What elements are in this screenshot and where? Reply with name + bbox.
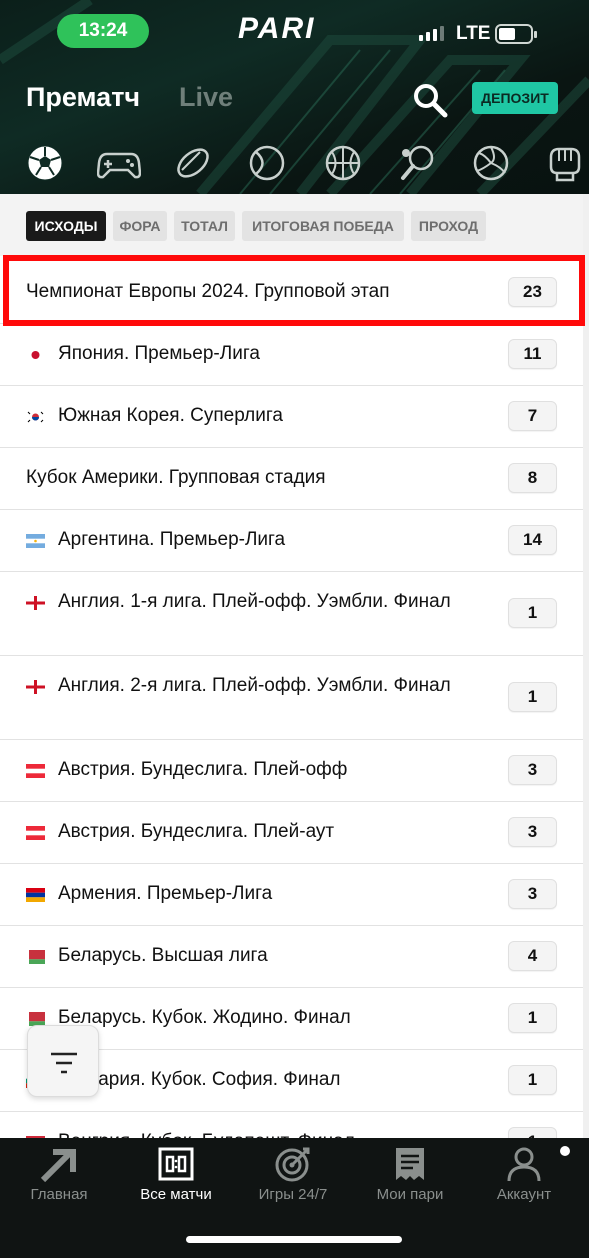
brand-logo: PARI: [238, 12, 316, 45]
table-tennis-icon: [401, 145, 434, 180]
league-row[interactable]: Беларусь. Высшая лига 4: [0, 926, 583, 988]
league-count-badge: 1: [508, 682, 557, 712]
sport-tennis[interactable]: [244, 140, 290, 186]
status-bar: 13:24 PARI LTE: [0, 0, 589, 62]
home-indicator[interactable]: [186, 1236, 402, 1243]
league-name: Англия. 1-я лига. Плей-офф. Уэмбли. Фина…: [58, 591, 451, 612]
league-count-badge: 1: [508, 1065, 557, 1095]
nav-all-matches[interactable]: Все матчи: [117, 1138, 235, 1218]
sports-selector: [0, 140, 589, 190]
league-count-badge: 3: [508, 817, 557, 847]
nav-all-matches-label: Все матчи: [140, 1186, 212, 1203]
league-row[interactable]: Армения. Премьер-Лига 3: [0, 864, 583, 926]
league-row[interactable]: Англия. 1-я лига. Плей-офф. Уэмбли. Фина…: [0, 572, 583, 656]
league-name: Южная Корея. Суперлига: [58, 405, 283, 426]
league-name: Армения. Премьер-Лига: [58, 883, 273, 904]
search-button[interactable]: [410, 80, 450, 120]
scroll-gutter: [583, 194, 589, 1140]
network-type: LTE: [456, 23, 491, 44]
highlight-annotation: [3, 255, 585, 326]
soccer-ball-icon: [27, 145, 63, 181]
league-row[interactable]: Кубок Америки. Групповая стадия 8: [0, 448, 583, 510]
boxing-glove-icon: [549, 147, 581, 182]
sport-volleyball[interactable]: [468, 140, 514, 186]
basketball-icon: [325, 145, 361, 181]
nav-account-label: Аккаунт: [496, 1186, 552, 1203]
sport-football[interactable]: [22, 140, 68, 186]
home-arrow-icon: [40, 1149, 76, 1182]
league-row[interactable]: Япония. Премьер-Лига 11: [0, 324, 583, 386]
league-name: Австрия. Бундеслига. Плей-офф: [58, 759, 348, 780]
nav-games-label: Игры 24/7: [258, 1186, 328, 1203]
league-row[interactable]: Австрия. Бундеслига. Плей-офф 3: [0, 740, 583, 802]
receipt-icon: [396, 1148, 424, 1180]
league-name: Кубок Америки. Групповая стадия: [26, 467, 326, 488]
league-count-badge: 8: [508, 463, 557, 493]
league-name: Беларусь. Высшая лига: [58, 945, 268, 966]
nav-home[interactable]: Главная: [0, 1138, 118, 1218]
league-row[interactable]: Англия. 2-я лига. Плей-офф. Уэмбли. Фина…: [0, 656, 583, 740]
league-name: Аргентина. Премьер-Лига: [58, 529, 286, 550]
app-header: 13:24 PARI LTE Прематч Live ДЕПОЗИТ: [0, 0, 589, 194]
filter-icon: [51, 1052, 77, 1074]
filter-chip-total[interactable]: ТОТАЛ: [174, 211, 235, 241]
league-name: Австрия. Бундеслига. Плей-аут: [58, 821, 335, 842]
sport-esports[interactable]: [96, 140, 142, 186]
volleyball-icon: [473, 145, 509, 181]
nav-games[interactable]: Игры 24/7: [234, 1138, 352, 1218]
gamepad-icon: [97, 152, 141, 179]
league-count-badge: 1: [508, 1003, 557, 1033]
nav-home-label: Главная: [30, 1186, 88, 1203]
league-name: Англия. 2-я лига. Плей-офф. Уэмбли. Фина…: [58, 675, 451, 696]
search-icon: [414, 84, 448, 118]
filter-chip-final-win[interactable]: ИТОГОВАЯ ПОБЕДА: [242, 211, 404, 241]
filter-chip-qualify[interactable]: ПРОХОД: [411, 211, 486, 241]
hockey-puck-icon: [177, 148, 209, 178]
filter-chip-handicap[interactable]: ФОРА: [113, 211, 167, 241]
sport-basketball[interactable]: [320, 140, 366, 186]
league-count-badge: 4: [508, 941, 557, 971]
user-icon: [507, 1147, 541, 1182]
target-icon: [275, 1147, 310, 1182]
tab-live[interactable]: Live: [179, 82, 233, 113]
league-count-badge: 1: [508, 598, 557, 628]
tennis-ball-icon: [249, 145, 285, 181]
signal-strength-icon: [419, 26, 444, 41]
league-count-badge: 7: [508, 401, 557, 431]
scoreboard-icon: [158, 1147, 194, 1181]
league-row[interactable]: Аргентина. Премьер-Лига 14: [0, 510, 583, 572]
tab-prematch[interactable]: Прематч: [26, 82, 140, 113]
filter-chip-outcomes[interactable]: ИСХОДЫ: [26, 211, 106, 241]
market-filter-bar: ИСХОДЫ ФОРА ТОТАЛ ИТОГОВАЯ ПОБЕДА ПРОХОД: [0, 194, 583, 256]
sport-boxing[interactable]: [540, 140, 586, 186]
notification-dot: [560, 1146, 570, 1156]
league-count-badge: 3: [508, 755, 557, 785]
deposit-button[interactable]: ДЕПОЗИТ: [472, 82, 558, 114]
league-count-badge: 14: [508, 525, 557, 555]
league-row[interactable]: Австрия. Бундеслига. Плей-аут 3: [0, 802, 583, 864]
nav-my-bets-label: Мои пари: [376, 1186, 444, 1203]
league-count-badge: 11: [508, 339, 557, 369]
status-time: 13:24: [57, 14, 149, 48]
sport-hockey[interactable]: [170, 140, 216, 186]
filter-button[interactable]: [27, 1025, 99, 1097]
league-name: Япония. Премьер-Лига: [58, 343, 260, 364]
league-row[interactable]: Южная Корея. Суперлига 7: [0, 386, 583, 448]
nav-my-bets[interactable]: Мои пари: [351, 1138, 469, 1218]
sport-table-tennis[interactable]: [394, 140, 440, 186]
battery-icon: [495, 24, 537, 44]
league-count-badge: 3: [508, 879, 557, 909]
